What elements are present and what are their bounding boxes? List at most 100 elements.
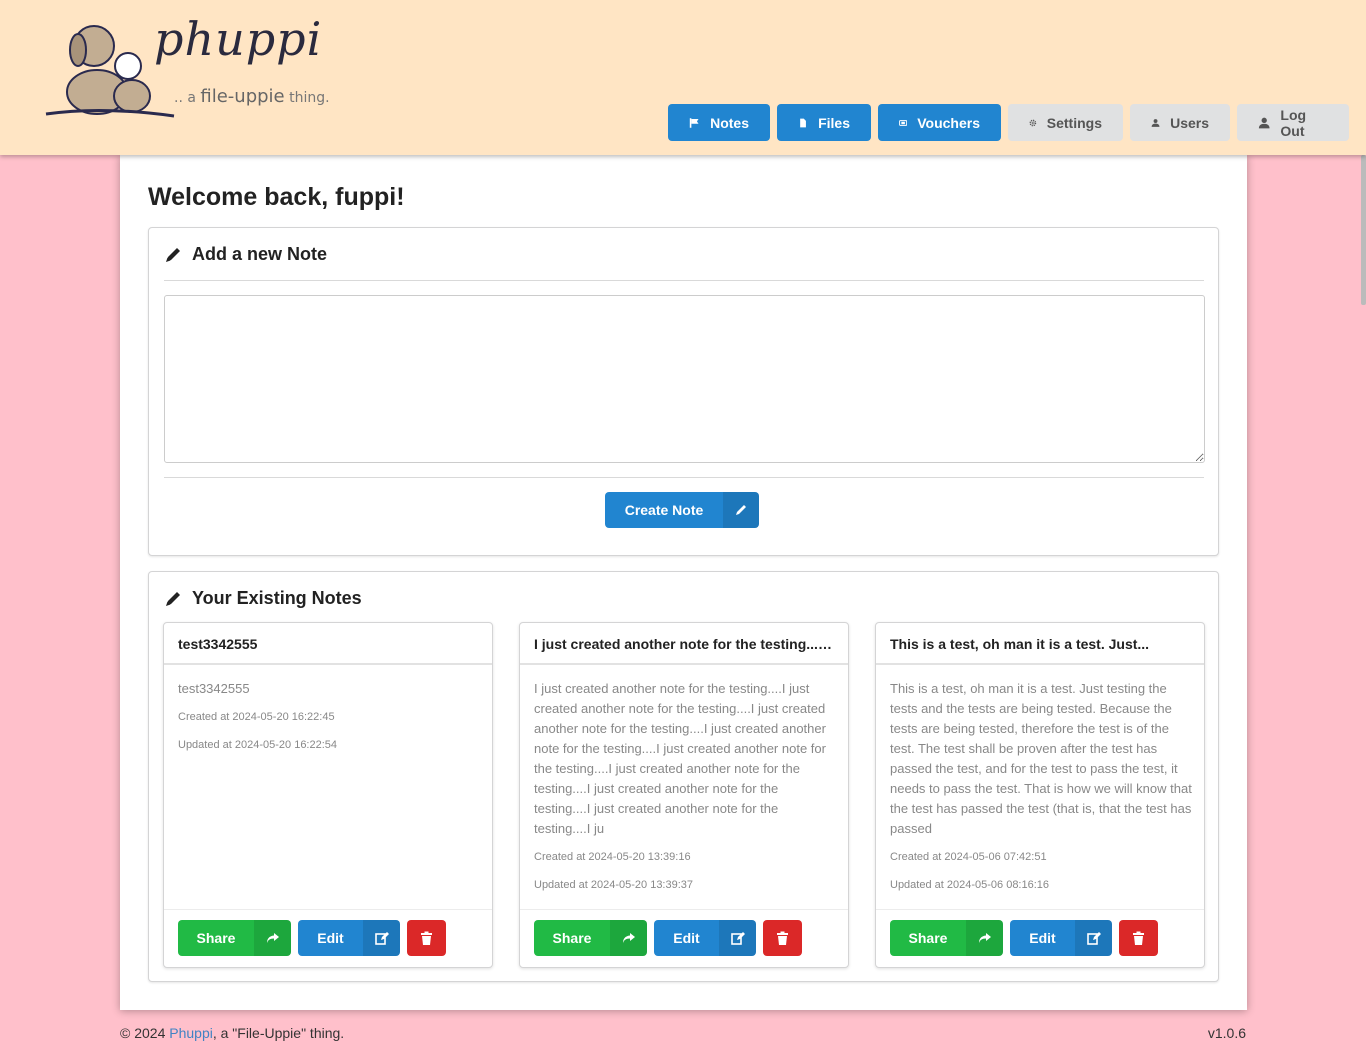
note-created: Created at 2024-05-20 13:39:16 [534,851,691,863]
trash-icon [1133,931,1144,945]
note-body: This is a test, oh man it is a test. Jus… [890,679,1192,895]
footer-version: v1.0.6 [1207,1025,1246,1041]
create-note-button[interactable]: Create Note [605,492,759,528]
edit-icon-wrap [719,920,756,956]
share-icon [978,933,991,943]
pencil-icon [736,505,746,515]
add-note-heading-text: Add a new Note [192,244,328,264]
note-title[interactable]: This is a test, oh man it is a test. Jus… [890,636,1190,652]
note-text: I just created another note for the test… [534,681,826,836]
tagline-suffix: thing. [289,90,330,106]
existing-notes-segment: Your Existing Notes test3342555 test3342… [148,571,1219,982]
share-label: Share [552,930,592,946]
divider [520,663,848,665]
note-body: I just created another note for the test… [534,679,836,895]
note-text: This is a test, oh man it is a test. Jus… [890,681,1192,836]
main-nav: Notes Files Vouchers Settings Users Log … [668,104,1349,141]
delete-button[interactable] [763,920,802,956]
share-icon-wrap [610,920,647,956]
pencil-icon [166,247,180,262]
note-actions: Share Edit [890,920,1158,956]
nav-files-label: Files [818,114,850,131]
edit-icon [730,932,745,945]
note-updated: Updated at 2024-05-06 08:16:16 [890,879,1050,891]
add-note-heading: Add a new Note [164,244,327,265]
share-label: Share [908,930,948,946]
note-card: I just created another note for the test… [519,622,849,968]
pencil-icon [166,591,180,606]
nav-settings-label: Settings [1046,114,1102,131]
trash-icon [421,931,432,945]
divider [164,280,1204,281]
note-actions: Share Edit [178,920,446,956]
note-card: This is a test, oh man it is a test. Jus… [875,622,1205,968]
share-button[interactable]: Share [890,920,1003,956]
brand-tagline: .. a file-uppie thing. [174,86,330,107]
copyright-suffix: , a "File-Uppie" thing. [212,1025,345,1041]
ticket-icon [899,119,908,126]
nav-logout-button[interactable]: Log Out [1237,104,1349,141]
share-button[interactable]: Share [178,920,291,956]
edit-icon-wrap [1075,920,1112,956]
delete-button[interactable] [1119,920,1158,956]
share-icon [266,933,279,943]
nav-vouchers-button[interactable]: Vouchers [878,104,1001,141]
existing-notes-heading-text: Your Existing Notes [192,588,362,608]
edit-icon [1086,932,1101,945]
note-body: test3342555 Created at 2024-05-20 16:22:… [178,679,480,755]
nav-vouchers-label: Vouchers [917,114,980,131]
note-text: test3342555 [178,681,250,696]
phuppi-link[interactable]: Phuppi [169,1025,213,1041]
share-label: Share [196,930,236,946]
file-icon [800,118,806,127]
main-container: Welcome back, fuppi! Add a new Note Crea… [120,155,1247,1010]
nav-settings-button[interactable]: Settings [1008,104,1123,141]
new-note-textarea[interactable] [164,295,1205,463]
edit-button[interactable]: Edit [298,920,400,956]
note-actions: Share Edit [534,920,802,956]
phuppi-logo[interactable]: phuppi .. a file-uppie thing. [42,12,332,119]
trash-icon [777,931,788,945]
user-icon [1151,118,1160,127]
divider [164,477,1204,478]
divider [164,909,492,910]
edit-button[interactable]: Edit [654,920,756,956]
edit-button[interactable]: Edit [1010,920,1112,956]
scrollbar[interactable] [1361,155,1366,305]
share-button[interactable]: Share [534,920,647,956]
nav-notes-label: Notes [710,114,749,131]
nav-files-button[interactable]: Files [777,104,871,141]
page-title: Welcome back, fuppi! [148,183,405,211]
divider [876,663,1204,665]
note-title[interactable]: I just created another note for the test… [534,636,834,652]
footer-copyright: © 2024 Phuppi, a "File-Uppie" thing. [120,1025,344,1041]
nav-logout-label: Log Out [1280,106,1307,139]
user-icon [1258,117,1270,128]
flag-icon [689,117,699,128]
share-icon [622,933,635,943]
edit-label: Edit [317,930,344,946]
copyright-prefix: © 2024 [120,1025,170,1041]
edit-label: Edit [673,930,700,946]
note-card: test3342555 test3342555 Created at 2024-… [163,622,493,968]
tagline-main: file-uppie [200,86,285,107]
create-note-label: Create Note [624,502,704,518]
tagline-prefix: .. a [174,90,196,106]
delete-button[interactable] [407,920,446,956]
create-note-icon-wrap [723,492,759,528]
brand-name: phuppi [154,12,323,66]
edit-label: Edit [1029,930,1056,946]
edit-icon-wrap [363,920,400,956]
nav-users-label: Users [1170,114,1209,131]
divider [520,909,848,910]
note-updated: Updated at 2024-05-20 13:39:37 [534,879,694,891]
gear-icon [1029,119,1037,126]
nav-notes-button[interactable]: Notes [668,104,770,141]
note-created: Created at 2024-05-20 16:22:45 [178,711,335,723]
share-icon-wrap [966,920,1003,956]
note-updated: Updated at 2024-05-20 16:22:54 [178,739,338,751]
nav-users-button[interactable]: Users [1130,104,1230,141]
note-created: Created at 2024-05-06 07:42:51 [890,851,1047,863]
note-title[interactable]: test3342555 [178,636,478,652]
share-icon-wrap [254,920,291,956]
